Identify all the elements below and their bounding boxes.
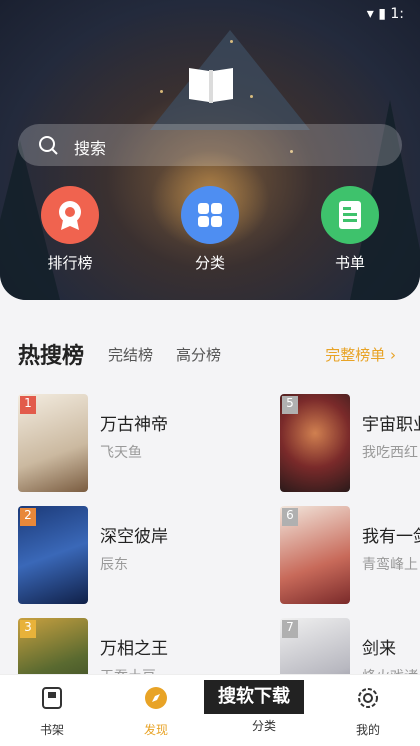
search-bar[interactable]: 搜索 [18, 124, 402, 166]
battery-icon: ▮ [378, 6, 386, 22]
book-author: 我吃西红 [362, 445, 418, 461]
book-title: 剑来 [362, 639, 396, 659]
book-title: 深空彼岸 [100, 527, 168, 547]
book-cover: 5 [280, 394, 350, 492]
booklist-icon [321, 186, 379, 244]
book-author: 飞天鱼 [100, 445, 142, 461]
app-screen: ▾ ▮ 1: 搜索 排行榜 分类 书单 热搜榜 完结榜 高分榜 完整榜单 › 1… [0, 0, 420, 746]
book-cover: 6 [280, 506, 350, 604]
book-author: 辰东 [100, 557, 128, 573]
rank-badge: 6 [282, 508, 298, 526]
rank-badge: 7 [282, 620, 298, 638]
wifi-icon: ▾ [366, 6, 374, 22]
book-cover: 2 [18, 506, 88, 604]
rank-badge: 1 [20, 396, 36, 414]
nav-label: 书架 [39, 723, 64, 737]
nav-label: 分类 [251, 719, 276, 733]
booklist-label: 书单 [334, 254, 365, 272]
status-bar: ▾ ▮ 1: [367, 6, 404, 22]
rank-badge: 3 [20, 620, 36, 638]
book-title: 宇宙职业 [362, 415, 420, 435]
search-placeholder: 搜索 [74, 139, 107, 158]
search-icon [39, 136, 58, 155]
nav-label: 发现 [143, 723, 168, 737]
ranking-button[interactable]: 排行榜 [30, 186, 110, 273]
watermark: 搜软下载 [204, 680, 304, 714]
ranking-label: 排行榜 [47, 254, 93, 272]
hot-search-title[interactable]: 热搜榜 [18, 338, 84, 370]
category-button[interactable]: 分类 [170, 186, 250, 273]
category-label: 分类 [194, 254, 225, 272]
book-title: 万相之王 [100, 639, 168, 659]
background-star [230, 40, 233, 43]
book-cover: 1 [18, 394, 88, 492]
book-item[interactable]: 1 万古神帝 飞天鱼 [18, 394, 218, 494]
nav-profile[interactable]: 我的 [338, 685, 398, 738]
settings-gear-icon [358, 688, 378, 708]
ranking-medal-icon [41, 186, 99, 244]
book-author: 青鸾峰上 [362, 557, 418, 573]
nav-bookshelf[interactable]: 书架 [22, 685, 82, 738]
nav-discover[interactable]: 发现 [126, 685, 186, 738]
rank-badge: 5 [282, 396, 298, 414]
book-item[interactable]: 6 我有一剑 青鸾峰上 [280, 506, 420, 606]
status-time: 1: [390, 6, 404, 22]
category-grid-icon [181, 186, 239, 244]
full-ranking-link[interactable]: 完整榜单 › [325, 344, 396, 365]
book-title: 万古神帝 [100, 415, 168, 435]
background-star [250, 95, 253, 98]
tab-completed[interactable]: 完结榜 [108, 344, 153, 365]
tab-high-score[interactable]: 高分榜 [176, 344, 221, 365]
book-item[interactable]: 5 宇宙职业 我吃西红 [280, 394, 420, 494]
book-item[interactable]: 2 深空彼岸 辰东 [18, 506, 218, 606]
background-star [160, 90, 163, 93]
bookshelf-icon [42, 687, 62, 709]
booklist-button[interactable]: 书单 [310, 186, 390, 273]
header-banner: ▾ ▮ 1: 搜索 排行榜 分类 书单 [0, 0, 420, 300]
book-title: 我有一剑 [362, 527, 420, 547]
open-book-icon [189, 68, 233, 103]
rank-badge: 2 [20, 508, 36, 526]
compass-icon [145, 687, 167, 709]
nav-label: 我的 [355, 723, 380, 737]
hot-search-header: 热搜榜 完结榜 高分榜 完整榜单 › [18, 336, 402, 372]
